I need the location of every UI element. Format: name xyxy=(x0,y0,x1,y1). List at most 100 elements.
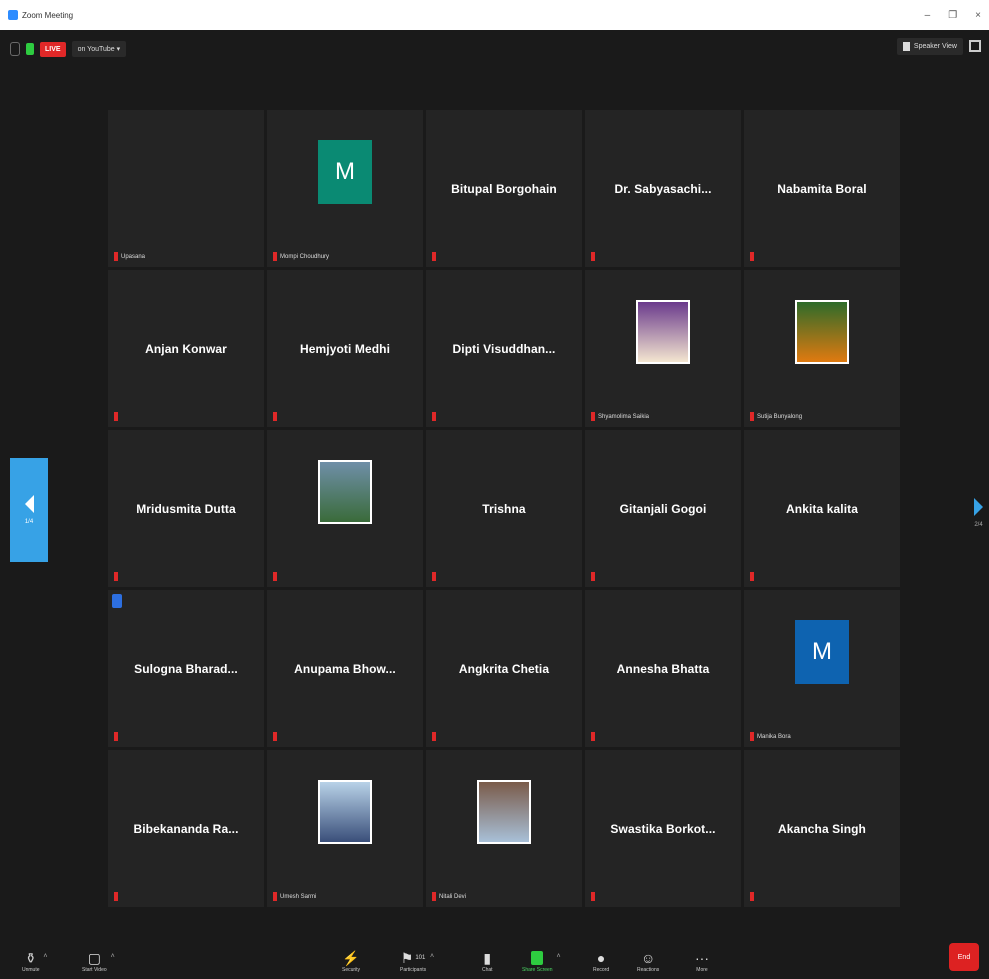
encryption-shield-icon[interactable] xyxy=(26,43,34,55)
avatar: M xyxy=(318,140,372,204)
profile-photo xyxy=(795,300,849,364)
page-indicator-right: 2/4 xyxy=(974,522,983,528)
record-button[interactable]: ● Record xyxy=(593,949,609,973)
tile-label xyxy=(432,572,436,581)
chevron-up-icon[interactable]: ˄ xyxy=(556,953,560,960)
participant-tile[interactable]: Umesh Sarmi xyxy=(267,750,423,907)
participant-tile[interactable]: Hemjyoti Medhi xyxy=(267,270,423,427)
profile-photo xyxy=(636,300,690,364)
participant-name: Dipti Visuddhan... xyxy=(452,341,556,356)
participant-tile[interactable]: Upasana xyxy=(108,110,264,267)
fullscreen-icon[interactable] xyxy=(969,40,981,52)
zoom-app-icon xyxy=(8,10,18,20)
tile-label: Nitali Devi xyxy=(432,892,466,901)
share-screen-button[interactable]: ˄ Share Screen xyxy=(522,949,561,973)
unmute-button[interactable]: ⚱ ˄ Unmute xyxy=(22,949,48,974)
participant-tile[interactable]: Shyamolima Saikia xyxy=(585,270,741,427)
chat-button[interactable]: ▮ Chat xyxy=(482,949,493,974)
participant-tile[interactable]: Nabamita Boral xyxy=(744,110,900,267)
muted-mic-icon xyxy=(114,732,118,741)
participant-name: Bibekananda Ra... xyxy=(133,821,239,836)
meeting-stage: LIVE on YouTube ▾ Speaker View 1/4 2/4 U… xyxy=(0,30,989,949)
record-label: Record xyxy=(593,967,610,973)
participant-tile[interactable]: Bitupal Borgohain xyxy=(426,110,582,267)
minimize-button[interactable]: – xyxy=(925,10,931,21)
participant-tile[interactable]: Sulogna Bharad... xyxy=(108,590,264,747)
tile-label xyxy=(273,732,277,741)
next-page-button[interactable]: 2/4 xyxy=(974,498,983,528)
chevron-left-icon xyxy=(24,495,34,513)
muted-mic-icon xyxy=(273,732,277,741)
profile-photo xyxy=(318,460,372,524)
tile-label xyxy=(114,732,118,741)
restore-button[interactable]: ❐ xyxy=(948,10,957,21)
participant-tile[interactable]: Ankita kalita xyxy=(744,430,900,587)
participant-tile[interactable]: Anjan Konwar xyxy=(108,270,264,427)
more-button[interactable]: ··· More xyxy=(695,949,709,973)
participant-grid: Upasana M Mompi Choudhury Bitupal Borgohain… xyxy=(108,110,900,907)
start-video-button[interactable]: ▢ ˄ Start Video xyxy=(82,949,115,974)
participant-name: Anupama Bhow... xyxy=(294,661,396,676)
video-off-icon: ▢ xyxy=(87,949,101,966)
muted-mic-icon: ⚱ xyxy=(24,949,37,966)
unmute-label: Unmute xyxy=(22,967,40,973)
end-meeting-button[interactable]: End xyxy=(949,943,979,971)
participant-tile[interactable]: Gitanjali Gogoi xyxy=(585,430,741,587)
participant-tile[interactable]: M Mompi Choudhury xyxy=(267,110,423,267)
participants-button[interactable]: ⚑ 101 ˄ Participants xyxy=(400,949,434,974)
chevron-up-icon[interactable]: ˄ xyxy=(430,953,434,960)
page-indicator-left: 1/4 xyxy=(24,519,34,525)
participant-name: Swastika Borkot... xyxy=(610,821,716,836)
participant-tile[interactable]: Sutija Bunyalong xyxy=(744,270,900,427)
participant-tile[interactable]: Dipti Visuddhan... xyxy=(426,270,582,427)
muted-mic-icon xyxy=(114,252,118,261)
muted-mic-icon xyxy=(114,412,118,421)
participant-label: Manika Bora xyxy=(757,733,791,740)
muted-mic-icon xyxy=(432,252,436,261)
participant-tile[interactable]: Trishna xyxy=(426,430,582,587)
participant-tile[interactable]: Akancha Singh xyxy=(744,750,900,907)
muted-mic-icon xyxy=(273,892,277,901)
muted-mic-icon xyxy=(591,732,595,741)
muted-mic-icon xyxy=(750,572,754,581)
participant-tile[interactable]: Swastika Borkot... xyxy=(585,750,741,907)
security-label: Security xyxy=(342,967,361,973)
participants-label: Participants xyxy=(400,967,427,973)
muted-mic-icon xyxy=(273,572,277,581)
muted-mic-icon xyxy=(591,572,595,581)
tile-label: Mompi Choudhury xyxy=(273,252,329,261)
tile-label xyxy=(432,732,436,741)
share-screen-icon xyxy=(531,949,544,967)
chevron-up-icon[interactable]: ˄ xyxy=(43,953,47,960)
tile-label xyxy=(750,892,754,901)
tile-label: Umesh Sarmi xyxy=(273,892,316,901)
reactions-button[interactable]: ☺ Reactions xyxy=(637,949,659,973)
chevron-right-icon xyxy=(974,498,983,516)
participant-tile[interactable]: Anupama Bhow... xyxy=(267,590,423,747)
live-target-dropdown[interactable]: on YouTube ▾ xyxy=(71,41,127,57)
muted-mic-icon xyxy=(750,732,754,741)
window-titlebar: Zoom Meeting – ❐ × xyxy=(0,0,989,30)
participant-tile[interactable]: M Manika Bora xyxy=(744,590,900,747)
participant-tile[interactable]: Dr. Sabyasachi... xyxy=(585,110,741,267)
previous-page-button[interactable]: 1/4 xyxy=(10,458,48,562)
participant-label: Nitali Devi xyxy=(439,893,467,900)
chevron-up-icon[interactable]: ˄ xyxy=(111,953,115,960)
participant-label: Shyamolima Saikia xyxy=(598,413,650,420)
speaker-view-button[interactable]: Speaker View xyxy=(896,38,963,55)
participant-tile[interactable]: Annesha Bhatta xyxy=(585,590,741,747)
tile-label xyxy=(591,252,595,261)
participant-name: Sulogna Bharad... xyxy=(134,661,238,676)
participant-tile[interactable]: Bibekananda Ra... xyxy=(108,750,264,907)
participants-count: 101 xyxy=(415,955,426,961)
participant-label: Upasana xyxy=(121,253,146,260)
close-button[interactable]: × xyxy=(975,10,981,21)
participant-tile[interactable]: Angkrita Chetia xyxy=(426,590,582,747)
participant-tile[interactable]: Mridusmita Dutta xyxy=(108,430,264,587)
participant-tile[interactable]: Nitali Devi xyxy=(426,750,582,907)
muted-mic-icon xyxy=(432,732,436,741)
more-icon: ··· xyxy=(695,950,709,966)
meeting-info-icon[interactable] xyxy=(10,42,20,56)
security-button[interactable]: ⚡ Security xyxy=(342,949,361,974)
participant-tile[interactable] xyxy=(267,430,423,587)
